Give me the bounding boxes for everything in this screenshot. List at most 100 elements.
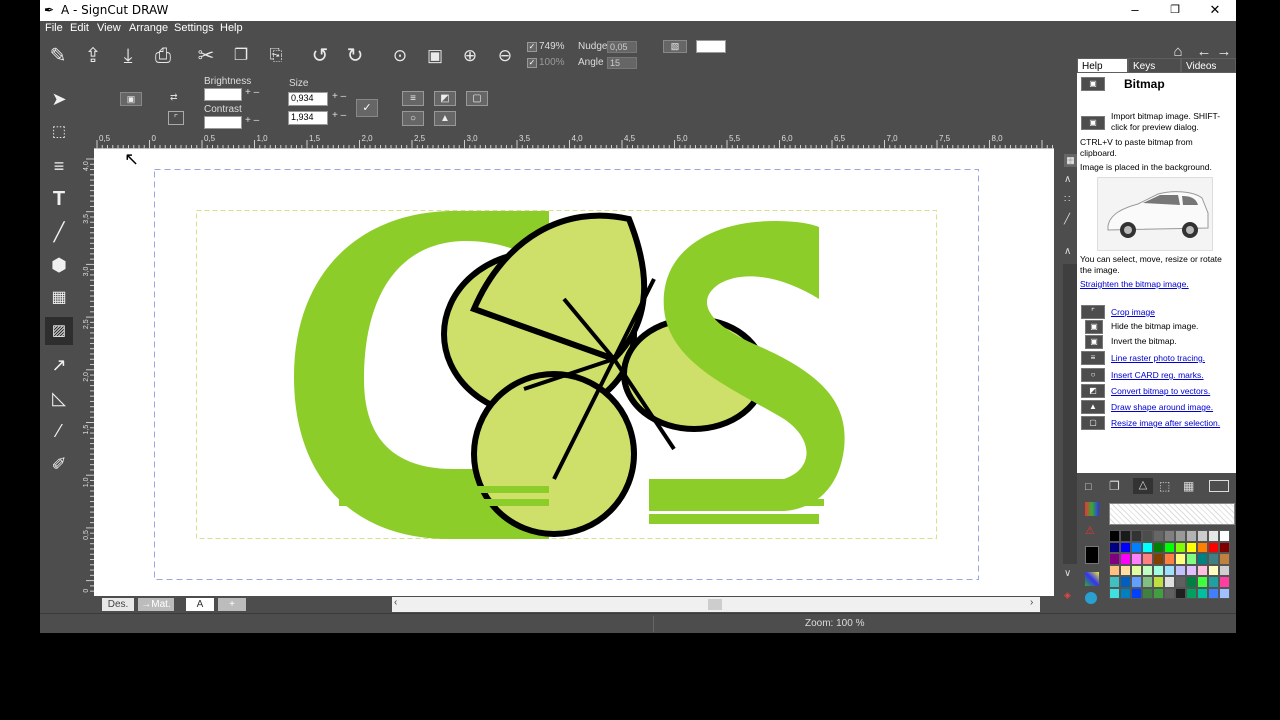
eyedropper-tool-icon[interactable]: ✐ [45,450,73,478]
color-swatch[interactable] [1208,564,1219,576]
color-swatch[interactable] [1175,564,1186,576]
color-swatch[interactable] [1131,564,1142,576]
tab-material[interactable]: →Mat. [138,598,174,611]
color-swatch[interactable] [1219,553,1230,565]
color-swatch[interactable] [1109,553,1120,565]
measure-tool-icon[interactable]: ⁄ [45,417,73,445]
paste-icon[interactable]: ⎘ [262,43,290,69]
menu-arrange[interactable]: Arrange [129,22,168,34]
zoom-in-icon[interactable]: ⊕ [456,43,484,69]
menu-view[interactable]: View [97,22,121,34]
zoom-checkbox[interactable]: ✓ [527,42,537,52]
crop-icon[interactable]: ⌜ [168,111,184,125]
color-swatch[interactable] [1120,576,1131,588]
frame-icon[interactable]: ⬚ [1159,479,1170,493]
convert-vectors-link[interactable]: Convert bitmap to vectors. [1111,386,1210,396]
collapse-up-icon[interactable]: ∧ [1064,174,1071,185]
pen-tool-icon[interactable]: ╱ [45,218,73,246]
color-swatch[interactable] [1120,553,1131,565]
color-swatch[interactable] [1186,530,1197,542]
scroll-left-icon[interactable]: ‹ [394,597,397,608]
swap-icon[interactable]: ⇄ [170,92,178,103]
undo-icon[interactable]: ↺ [306,43,334,69]
brightness-slider[interactable] [204,88,242,101]
dots-grid-icon[interactable]: ∷ [1064,194,1070,205]
color-swatch[interactable] [1219,564,1230,576]
menu-help[interactable]: Help [220,22,243,34]
color-swatch[interactable] [1208,553,1219,565]
color-swatch[interactable] [1131,587,1142,599]
color-swatch[interactable] [1131,530,1142,542]
color-swatch[interactable] [1186,553,1197,565]
line-icon[interactable]: ╱ [1064,214,1070,225]
layers-icon[interactable]: ❐ [1109,479,1120,493]
reg-marks-link[interactable]: Insert CARD reg. marks. [1111,370,1204,380]
draw-shape-link[interactable]: Draw shape around image. [1111,402,1213,412]
import-icon[interactable]: ⤓ [114,43,142,69]
contrast-plus[interactable]: + – [245,115,259,126]
color-swatch[interactable] [1175,576,1186,588]
line-raster-link[interactable]: Line raster photo tracing. [1111,353,1205,363]
spot-color-icon[interactable] [1085,592,1097,604]
color-swatch[interactable] [1153,576,1164,588]
color-swatch[interactable] [1219,576,1230,588]
color-swatch[interactable] [1131,576,1142,588]
draw-shape-around-icon[interactable]: ▲ [434,111,456,126]
line-raster-icon[interactable]: ≡ [402,91,424,106]
straighten-link[interactable]: Straighten the bitmap image. [1080,279,1189,289]
zoom-selection-icon[interactable]: ▣ [421,43,449,69]
color-swatch[interactable] [1208,530,1219,542]
color-swatch[interactable] [1164,564,1175,576]
minimize-button[interactable]: – [1120,1,1150,19]
grid-palette-icon[interactable]: ▦ [1183,479,1194,493]
color-swatch[interactable] [1208,541,1219,553]
color-swatch[interactable] [1142,576,1153,588]
nudge-input[interactable]: 0,05 [607,41,637,53]
size-height-stepper[interactable]: + – [332,110,346,121]
color-swatch[interactable] [1186,564,1197,576]
color-swatch[interactable] [1120,530,1131,542]
color-swatch[interactable] [1120,587,1131,599]
color-swatch[interactable] [1142,541,1153,553]
color-preview[interactable] [696,40,726,53]
color-swatch[interactable] [1153,541,1164,553]
angle-input[interactable]: 15 [607,57,637,69]
size-width-stepper[interactable]: + – [332,91,346,102]
color-swatch[interactable] [1142,530,1153,542]
grid-toggle-icon[interactable]: ▧ [663,40,687,53]
color-swatch[interactable] [1153,530,1164,542]
color-swatch[interactable] [1219,530,1230,542]
size-height-input[interactable]: 1,934 [288,111,328,125]
new-document-icon[interactable]: ✎ [44,43,72,69]
color-swatch[interactable] [1197,576,1208,588]
drawing-canvas[interactable]: ↖ [94,149,1054,596]
zoom-out-icon[interactable]: ⊖ [491,43,519,69]
redo-icon[interactable]: ↻ [341,43,369,69]
color-swatch[interactable] [1197,553,1208,565]
color-swatch-grid[interactable] [1109,530,1235,630]
tab-design[interactable]: Des. [102,598,134,611]
size-width-input[interactable]: 0,934 [288,92,328,106]
scroll-up-icon[interactable]: ∧ [1064,246,1071,257]
color-swatch[interactable] [1131,541,1142,553]
color-picker-icon[interactable]: ◈ [1064,590,1071,601]
color-swatch[interactable] [1197,587,1208,599]
add-page-button[interactable]: + [218,598,246,611]
no-fill-icon[interactable]: □ [1085,481,1092,493]
zoom100-checkbox[interactable]: ✓ [527,58,537,68]
resize-selection-icon[interactable]: ▢ [466,91,488,106]
color-swatch[interactable] [1142,587,1153,599]
color-swatch[interactable] [1164,576,1175,588]
restore-button[interactable]: ❐ [1160,1,1190,19]
color-swatch[interactable] [1153,553,1164,565]
menu-file[interactable]: File [45,22,63,34]
tab-help[interactable]: Help [1077,58,1128,73]
color-swatch[interactable] [1197,564,1208,576]
crop-image-link[interactable]: Crop image [1111,307,1155,317]
color-swatch[interactable] [1109,541,1120,553]
cut-icon[interactable]: ✂ [192,43,220,69]
reg-marks-icon[interactable]: ○ [402,111,424,126]
horizontal-scrollbar[interactable]: ‹ › [392,597,1040,612]
color-wheel-icon[interactable] [1085,502,1099,516]
color-swatch[interactable] [1197,530,1208,542]
